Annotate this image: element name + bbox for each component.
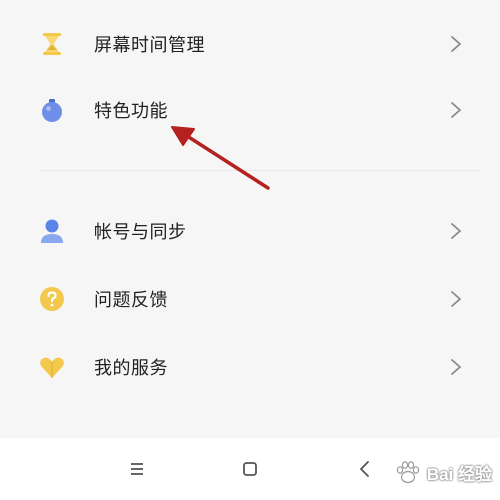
menu-icon[interactable] [124, 456, 150, 482]
settings-item-label: 问题反馈 [94, 290, 168, 310]
heart-icon [40, 357, 64, 378]
question-icon [40, 287, 64, 311]
settings-group-2: 帐号与同步 问题反馈 我的服务 [0, 190, 500, 420]
watermark-text: Bai 经验 [426, 464, 492, 484]
settings-item-label: 我的服务 [94, 358, 168, 378]
chevron-right-icon [451, 102, 461, 118]
chevron-right-icon [451, 223, 461, 239]
chevron-right-icon [451, 291, 461, 307]
hourglass-icon [43, 33, 61, 55]
user-icon [41, 219, 63, 243]
settings-group-1: 屏幕时间管理 特色功能 [0, 0, 500, 170]
paw-icon [396, 461, 420, 484]
chevron-right-icon [451, 359, 461, 375]
settings-item-feedback[interactable]: 问题反馈 [0, 266, 500, 330]
square-icon[interactable] [237, 456, 263, 482]
settings-item-account-sync[interactable]: 帐号与同步 [0, 198, 500, 262]
group-divider [40, 170, 480, 171]
back-icon[interactable] [352, 456, 378, 482]
settings-item-screen-time[interactable]: 屏幕时间管理 [0, 11, 500, 75]
settings-item-special-features[interactable]: 特色功能 [0, 77, 500, 141]
watermark: Bai 经验 [393, 454, 492, 490]
settings-item-label: 特色功能 [94, 101, 168, 121]
settings-item-my-services[interactable]: 我的服务 [0, 334, 500, 398]
settings-item-label: 帐号与同步 [94, 222, 187, 242]
bomb-icon [42, 99, 62, 122]
chevron-right-icon [451, 36, 461, 52]
settings-item-label: 屏幕时间管理 [94, 35, 205, 55]
